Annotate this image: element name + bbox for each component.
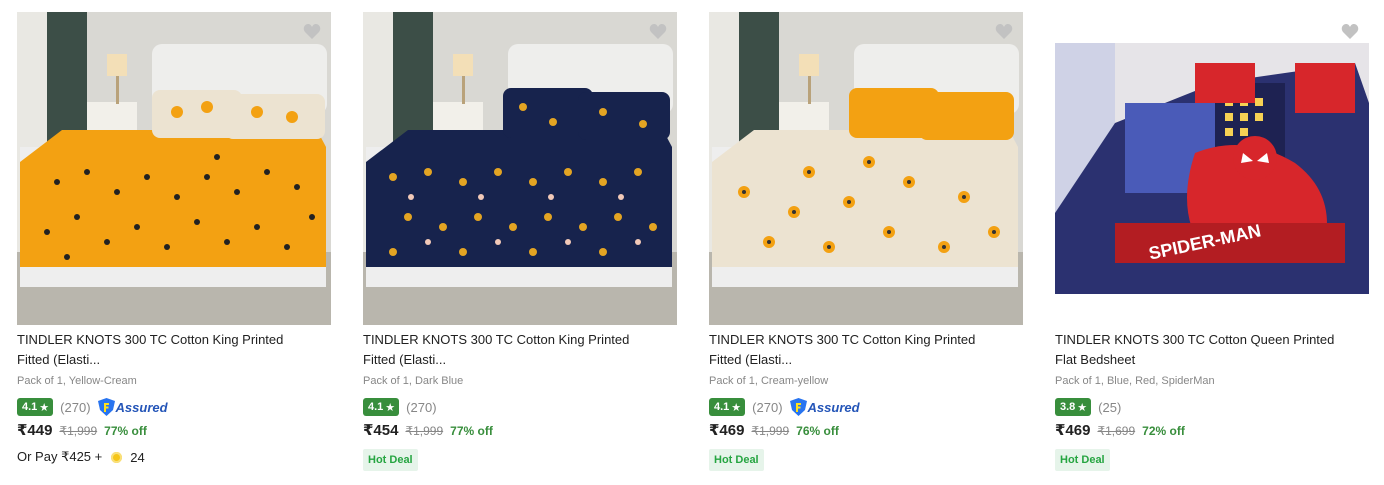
rating-count: (25) (1098, 399, 1122, 415)
hot-deal-badge: Hot Deal (363, 449, 418, 471)
selling-price: ₹469 (709, 422, 745, 439)
original-price: ₹1,999 (751, 424, 790, 438)
product-title[interactable]: TINDLER KNOTS 300 TC Cotton King Printed… (363, 330, 663, 370)
star-icon: ★ (731, 401, 742, 414)
wishlist-heart-icon[interactable] (303, 24, 321, 40)
product-title-line2: Flat Bedsheet (1055, 352, 1136, 367)
rating-badge: 4.1 ★ (17, 398, 54, 416)
product-title-line1: TINDLER KNOTS 300 TC Cotton King Printed (17, 332, 284, 347)
product-title-line1: TINDLER KNOTS 300 TC Cotton King Printed (709, 332, 976, 347)
original-price: ₹1,999 (59, 424, 98, 438)
rating-count: (270) (752, 399, 783, 415)
rating-value: 4.1 (714, 401, 730, 413)
product-card[interactable]: TINDLER KNOTS 300 TC Cotton King Printed… (17, 0, 347, 485)
star-icon: ★ (385, 401, 396, 414)
price-row: ₹469 ₹1,999 76% off (709, 421, 839, 439)
product-title-line2: Fitted (Elasti... (363, 352, 447, 367)
price-row: ₹454 ₹1,999 77% off (363, 421, 493, 439)
hot-deal-badge: Hot Deal (1055, 449, 1110, 471)
product-variant: Pack of 1, Blue, Red, SpiderMan (1055, 375, 1215, 387)
product-title[interactable]: TINDLER KNOTS 300 TC Cotton King Printed… (709, 330, 1009, 370)
star-icon: ★ (39, 401, 50, 414)
rating-badge: 3.8 ★ (1055, 398, 1092, 416)
selling-price: ₹449 (17, 422, 53, 439)
product-title-line1: TINDLER KNOTS 300 TC Cotton Queen Printe… (1055, 332, 1335, 347)
rating-count: (270) (60, 399, 91, 415)
product-card[interactable]: TINDLER KNOTS 300 TC Cotton King Printed… (709, 0, 1039, 485)
hot-deal-badge: Hot Deal (709, 449, 764, 471)
rating-row: 3.8 ★ (25) (1055, 397, 1121, 417)
wishlist-heart-icon[interactable] (649, 24, 667, 40)
original-price: ₹1,699 (1097, 424, 1136, 438)
selling-price: ₹469 (1055, 422, 1091, 439)
product-title-line1: TINDLER KNOTS 300 TC Cotton King Printed (363, 332, 630, 347)
product-title-line2: Fitted (Elasti... (709, 352, 793, 367)
discount-percent: 77% off (450, 424, 493, 438)
assured-badge: Assured (97, 398, 168, 416)
rating-row: 4.1 ★ (270) (363, 397, 437, 417)
rating-value: 3.8 (1060, 401, 1076, 413)
original-price: ₹1,999 (405, 424, 444, 438)
rating-badge: 4.1 ★ (709, 398, 746, 416)
discount-percent: 76% off (796, 424, 839, 438)
product-image[interactable]: SPIDER-MAN (1055, 43, 1369, 294)
price-row: ₹449 ₹1,999 77% off (17, 421, 147, 439)
product-image[interactable] (709, 12, 1023, 325)
product-title[interactable]: TINDLER KNOTS 300 TC Cotton Queen Printe… (1055, 330, 1355, 370)
price-row: ₹469 ₹1,699 72% off (1055, 421, 1185, 439)
rating-count: (270) (406, 399, 437, 415)
wishlist-heart-icon[interactable] (1341, 24, 1359, 40)
rating-row: 4.1 ★ (270) Assured (709, 397, 860, 417)
discount-percent: 77% off (104, 424, 147, 438)
product-title[interactable]: TINDLER KNOTS 300 TC Cotton King Printed… (17, 330, 317, 370)
rating-value: 4.1 (368, 401, 384, 413)
assured-label: Assured (115, 399, 168, 415)
rating-value: 4.1 (22, 401, 38, 413)
rating-row: 4.1 ★ (270) Assured (17, 397, 168, 417)
product-variant: Pack of 1, Cream-yellow (709, 375, 829, 387)
product-variant: Pack of 1, Yellow-Cream (17, 375, 137, 387)
coin-count: 24 (130, 449, 145, 465)
product-image[interactable] (363, 12, 677, 325)
discount-percent: 72% off (1142, 424, 1185, 438)
product-title-line2: Fitted (Elasti... (17, 352, 101, 367)
star-icon: ★ (1077, 401, 1088, 414)
product-card[interactable]: SPIDER-MAN TINDLER KNOTS 300 TC Cotton Q… (1055, 0, 1384, 485)
supercoin-icon (111, 451, 123, 463)
assured-label: Assured (807, 399, 860, 415)
assured-shield-icon (789, 398, 807, 416)
product-card[interactable]: TINDLER KNOTS 300 TC Cotton King Printed… (363, 0, 693, 485)
rating-badge: 4.1 ★ (363, 398, 400, 416)
product-variant: Pack of 1, Dark Blue (363, 375, 464, 387)
assured-shield-icon (97, 398, 115, 416)
or-pay-text: Or Pay ₹425 + (17, 449, 103, 464)
selling-price: ₹454 (363, 422, 399, 439)
wishlist-heart-icon[interactable] (995, 24, 1013, 40)
supercoin-offer: Or Pay ₹425 + 24 (17, 449, 145, 465)
product-image[interactable] (17, 12, 331, 325)
assured-badge: Assured (789, 398, 860, 416)
